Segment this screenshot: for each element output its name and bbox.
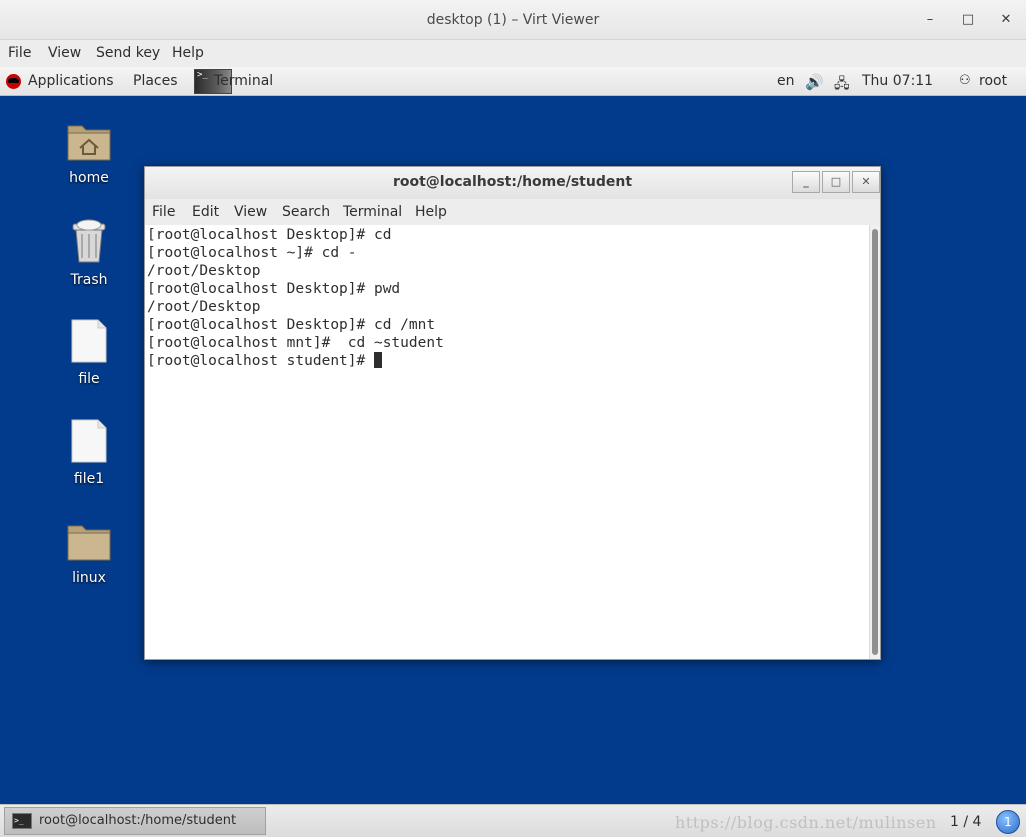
bottom-taskbar: >_ root@localhost:/home/student https://… [0, 804, 1026, 837]
terminal-menu-search[interactable]: Search [282, 204, 330, 220]
desktop-icon-file[interactable]: file [49, 319, 129, 387]
terminal-cursor [373, 352, 382, 368]
desktop-icon-label: file [78, 371, 100, 387]
applications-menu[interactable]: Applications [28, 73, 114, 89]
outer-minimize-button[interactable]: – [920, 10, 940, 30]
terminal-titlebar[interactable]: root@localhost:/home/student _ □ ✕ [145, 167, 880, 199]
terminal-line: [root@localhost Desktop]# cd /mnt [147, 317, 436, 333]
gnome-top-bar: Applications Places >_ Terminal en 🔊 🖧 T… [0, 67, 1026, 96]
taskbar-window-button[interactable]: >_ root@localhost:/home/student [4, 807, 266, 835]
terminal-menu-file[interactable]: File [152, 204, 175, 220]
workspace-badge[interactable]: 1 [996, 810, 1020, 834]
terminal-line: [root@localhost Desktop]# cd [147, 227, 392, 243]
desktop-icon-trash[interactable]: Trash [49, 218, 129, 288]
terminal-output[interactable]: [root@localhost Desktop]# cd [root@localh… [145, 225, 869, 659]
desktop-icon-label: home [69, 170, 109, 186]
terminal-menu-terminal[interactable]: Terminal [343, 204, 402, 220]
terminal-scrollbar[interactable] [869, 225, 880, 659]
terminal-menu-help[interactable]: Help [415, 204, 447, 220]
terminal-line: /root/Desktop [147, 299, 261, 315]
redhat-logo-icon[interactable] [6, 74, 21, 89]
clock[interactable]: Thu 07:11 [862, 73, 933, 89]
terminal-menubar: File Edit View Search Terminal Help [145, 199, 880, 225]
desktop-icon-linux[interactable]: linux [49, 520, 129, 586]
terminal-minimize-button[interactable]: _ [792, 171, 820, 193]
desktop-icon-label: file1 [73, 471, 105, 487]
network-icon[interactable]: 🖧 [834, 73, 850, 97]
outer-menubar: File View Send key Help [0, 40, 1026, 67]
terminal-window[interactable]: root@localhost:/home/student _ □ ✕ File … [144, 166, 881, 660]
outer-menu-send-key[interactable]: Send key [96, 45, 160, 61]
terminal-line: [root@localhost ~]# cd - [147, 245, 357, 261]
terminal-menu-view[interactable]: View [234, 204, 267, 220]
workspace-indicator[interactable]: 1 / 4 [950, 814, 981, 830]
folder-home-icon [67, 125, 111, 161]
terminal-prompt-line: [root@localhost student]# [147, 353, 374, 369]
terminal-scrollbar-thumb[interactable] [872, 229, 878, 655]
outer-maximize-button[interactable]: □ [958, 10, 978, 30]
outer-window-title: desktop (1) – Virt Viewer [426, 12, 600, 28]
outer-close-button[interactable]: ✕ [996, 10, 1016, 30]
trash-icon [72, 219, 106, 263]
taskbar-window-label: root@localhost:/home/student [39, 813, 237, 828]
speaker-icon[interactable]: 🔊 [805, 73, 824, 91]
terminal-line: [root@localhost Desktop]# pwd [147, 281, 401, 297]
watermark-text: https://blog.csdn.net/mulinsen [675, 813, 937, 832]
terminal-title: root@localhost:/home/student [392, 174, 633, 190]
outer-menu-help[interactable]: Help [172, 45, 204, 61]
desktop-icon-label: Trash [70, 272, 108, 288]
desktop-icon-home[interactable]: home [49, 120, 129, 186]
file-icon [71, 319, 107, 363]
user-menu[interactable]: root [979, 73, 1007, 89]
user-icon[interactable]: ⚇ [959, 73, 971, 88]
terminal-maximize-button[interactable]: □ [822, 171, 850, 193]
desktop-icon-file1[interactable]: file1 [49, 419, 129, 487]
folder-icon [67, 525, 111, 561]
file-icon [71, 419, 107, 463]
terminal-line: /root/Desktop [147, 263, 261, 279]
places-menu[interactable]: Places [133, 73, 178, 89]
outer-menu-file[interactable]: File [8, 45, 31, 61]
active-app-menu[interactable]: Terminal [214, 73, 273, 89]
input-language-indicator[interactable]: en [777, 73, 795, 89]
terminal-line: [root@localhost mnt]# cd ~student [147, 335, 444, 351]
terminal-icon: >_ [12, 813, 32, 829]
outer-menu-view[interactable]: View [48, 45, 81, 61]
outer-window-titlebar: desktop (1) – Virt Viewer – □ ✕ [0, 0, 1026, 40]
terminal-menu-edit[interactable]: Edit [192, 204, 219, 220]
desktop-icon-label: linux [72, 570, 106, 586]
terminal-close-button[interactable]: ✕ [852, 171, 880, 193]
